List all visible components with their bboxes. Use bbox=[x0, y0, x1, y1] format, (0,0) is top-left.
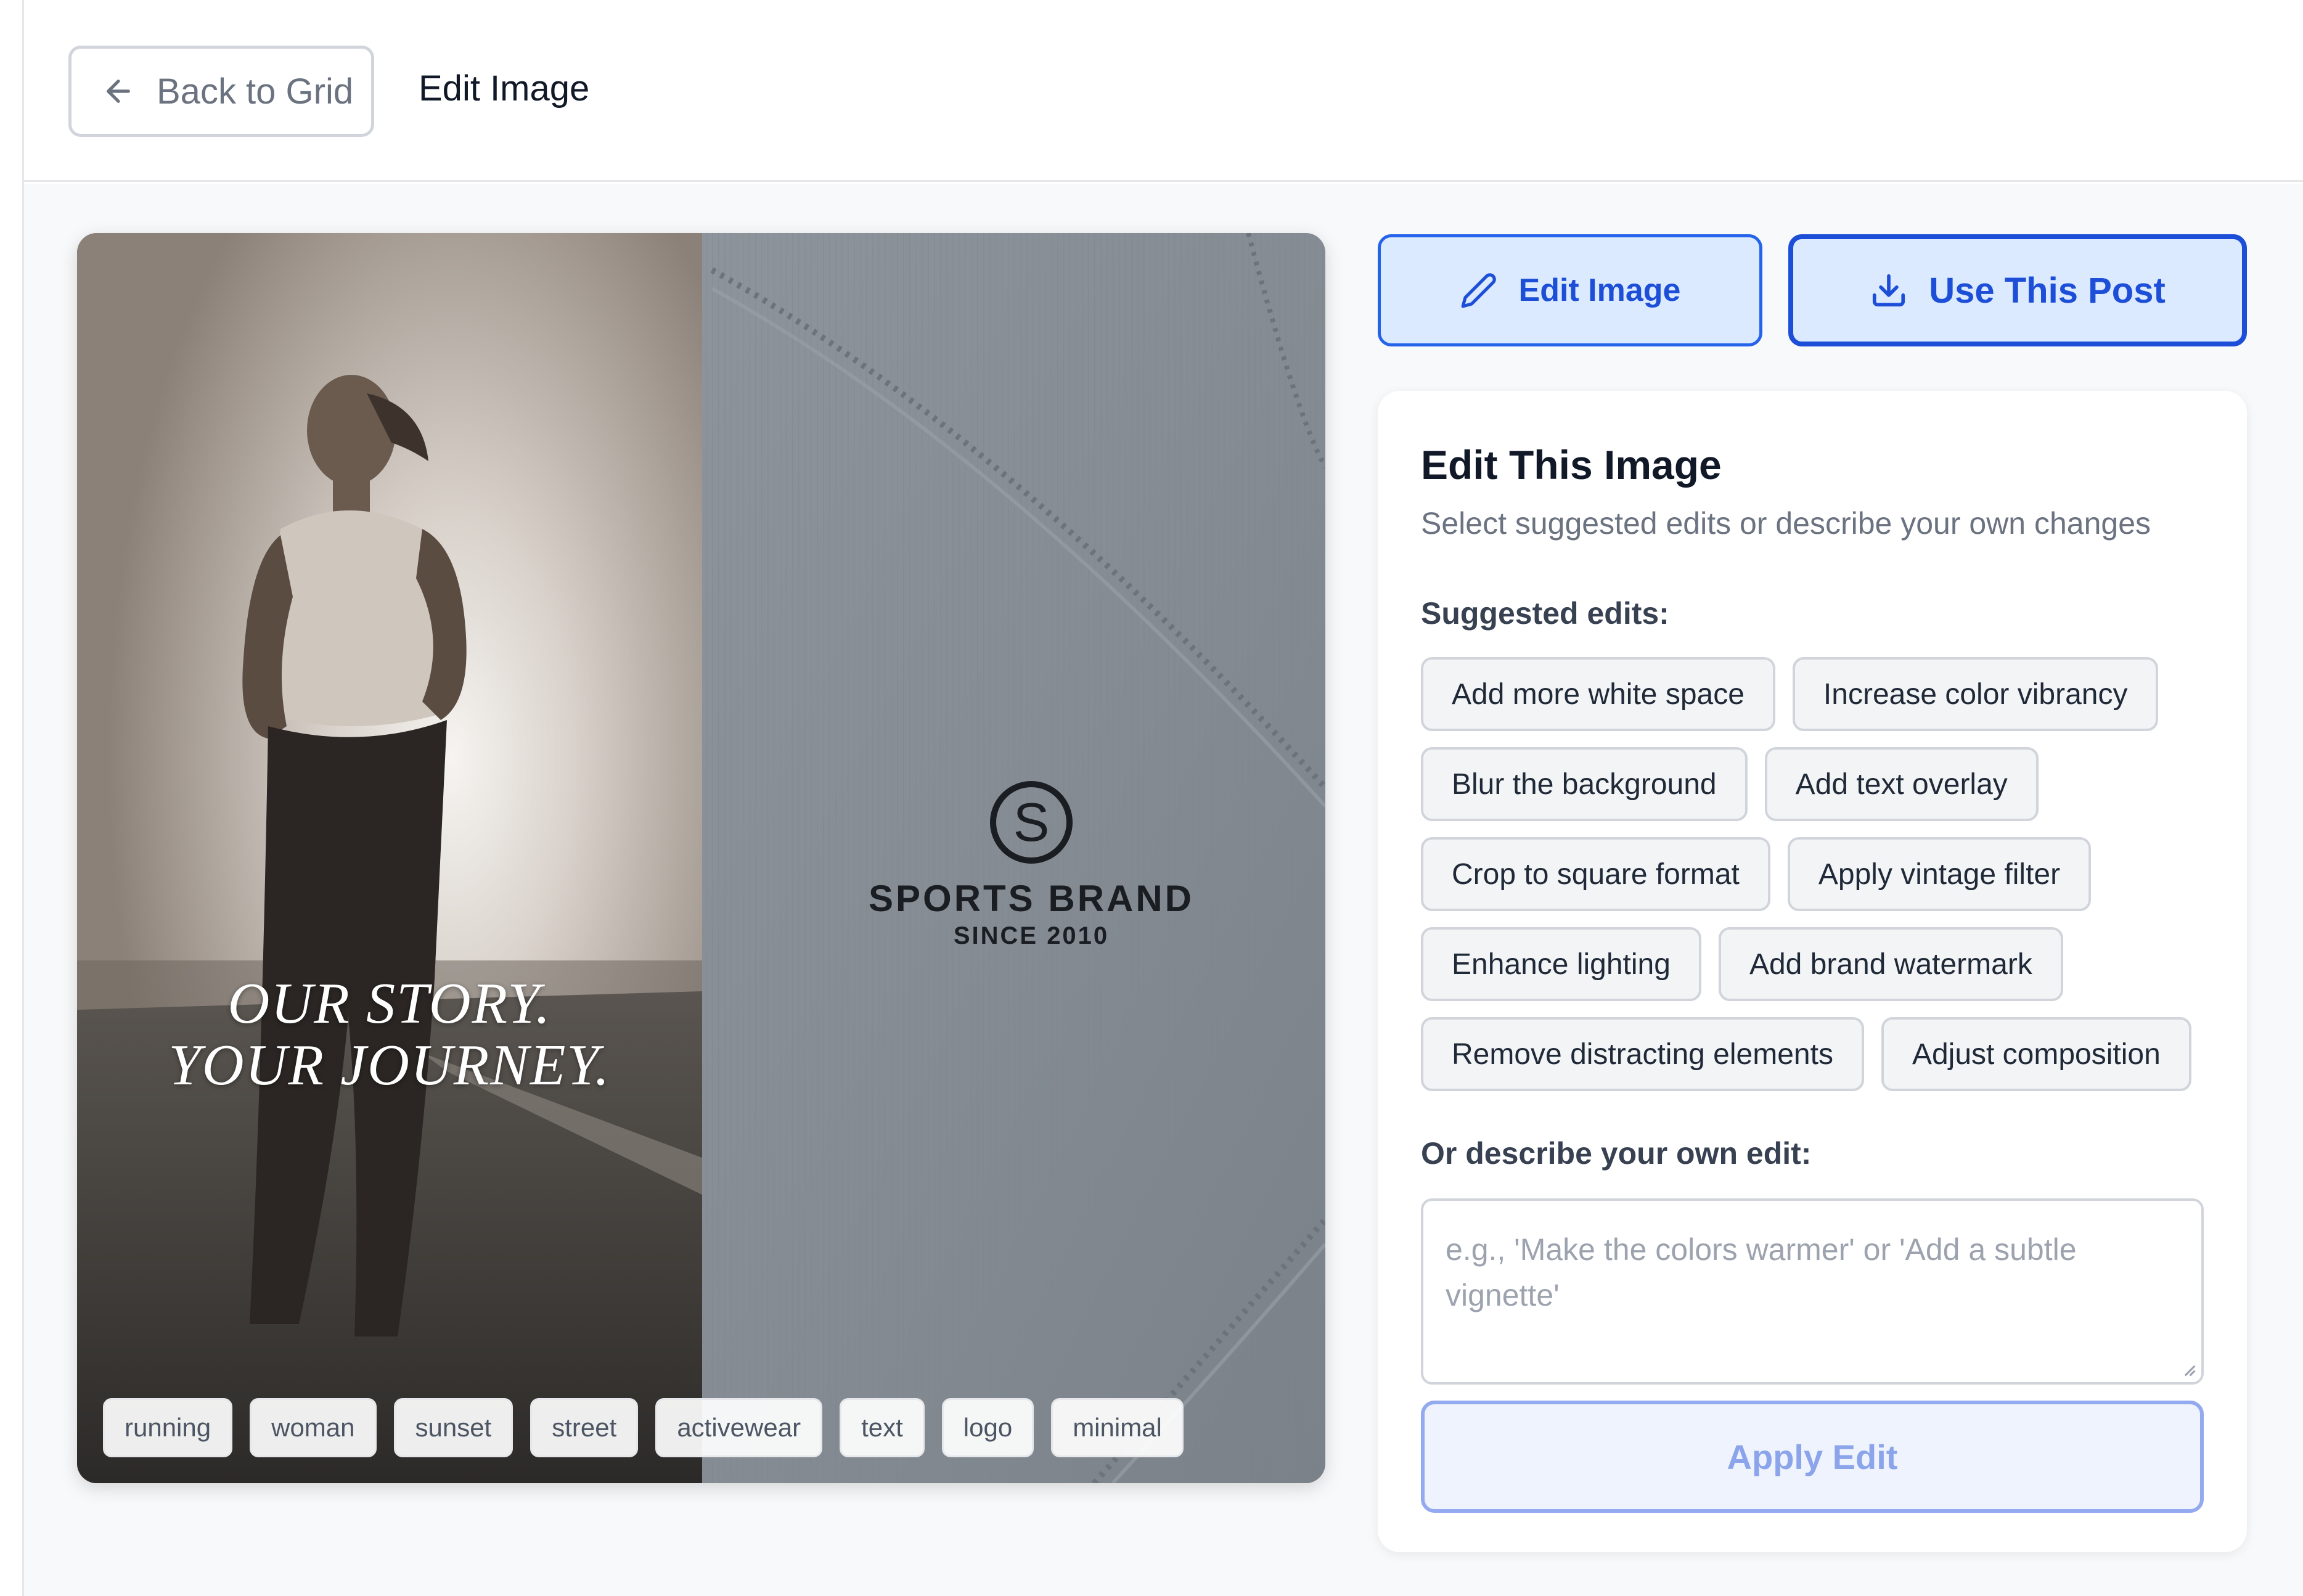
custom-edit-textarea[interactable]: e.g., 'Make the colors warmer' or 'Add a… bbox=[1421, 1198, 2204, 1385]
tag-woman: woman bbox=[250, 1398, 377, 1457]
edit-image-button[interactable]: Edit Image bbox=[1378, 234, 1762, 346]
suggestion-crop-square[interactable]: Crop to square format bbox=[1421, 837, 1770, 911]
brand-since: SINCE 2010 bbox=[953, 922, 1110, 949]
suggestion-adjust-composition[interactable]: Adjust composition bbox=[1881, 1017, 2191, 1091]
back-to-grid-label: Back to Grid bbox=[157, 71, 354, 112]
editor-main: OUR STORY. YOUR JOURNEY. S SPORTS BRAND … bbox=[24, 184, 2303, 1596]
suggestion-brand-watermark[interactable]: Add brand watermark bbox=[1718, 927, 2063, 1001]
brand-monogram-letter: S bbox=[1013, 792, 1050, 853]
suggestion-add-white-space[interactable]: Add more white space bbox=[1421, 657, 1775, 731]
suggested-edits-label: Suggested edits: bbox=[1421, 596, 1669, 631]
brand-name: SPORTS BRAND bbox=[868, 878, 1195, 919]
brand-logo: S SPORTS BRAND SINCE 2010 bbox=[840, 779, 1222, 950]
edit-panel-title: Edit This Image bbox=[1421, 442, 1722, 488]
suggestion-add-text-overlay[interactable]: Add text overlay bbox=[1764, 747, 2039, 821]
tag-street: street bbox=[530, 1398, 639, 1457]
resize-grip-icon[interactable] bbox=[2180, 1361, 2196, 1377]
back-to-grid-button[interactable]: Back to Grid bbox=[68, 46, 374, 137]
use-this-post-label: Use This Post bbox=[1929, 270, 2166, 311]
apply-edit-button[interactable]: Apply Edit bbox=[1421, 1401, 2204, 1513]
use-this-post-button[interactable]: Use This Post bbox=[1788, 234, 2247, 346]
app-window: Back to Grid Edit Image OUR STORY. YOUR … bbox=[22, 0, 2303, 1596]
overlay-line-1: OUR STORY. bbox=[227, 972, 552, 1036]
tag-sunset: sunset bbox=[393, 1398, 513, 1457]
image-preview: OUR STORY. YOUR JOURNEY. S SPORTS BRAND … bbox=[77, 233, 1325, 1483]
arrow-left-icon bbox=[107, 80, 130, 103]
overlay-line-2: YOUR JOURNEY. bbox=[168, 1033, 611, 1097]
tag-activewear: activewear bbox=[655, 1398, 823, 1457]
top-bar: Back to Grid Edit Image bbox=[24, 0, 2303, 182]
custom-edit-label: Or describe your own edit: bbox=[1421, 1136, 1812, 1171]
tag-text: text bbox=[840, 1398, 925, 1457]
brand-monogram-icon: S bbox=[990, 781, 1073, 864]
suggested-edits-list: Add more white space Increase color vibr… bbox=[1421, 657, 2235, 1107]
edit-image-label: Edit Image bbox=[1518, 272, 1681, 308]
pencil-icon bbox=[1461, 273, 1496, 308]
suggestion-vintage-filter[interactable]: Apply vintage filter bbox=[1787, 837, 2092, 911]
suggestion-enhance-lighting[interactable]: Enhance lighting bbox=[1421, 927, 1701, 1001]
edit-panel-subtitle: Select suggested edits or describe your … bbox=[1421, 506, 2151, 541]
suggestion-blur-background[interactable]: Blur the background bbox=[1421, 747, 1748, 821]
suggestion-increase-color-vibrancy[interactable]: Increase color vibrancy bbox=[1792, 657, 2159, 731]
tag-logo: logo bbox=[941, 1398, 1034, 1457]
tag-minimal: minimal bbox=[1051, 1398, 1184, 1457]
tag-running: running bbox=[103, 1398, 233, 1457]
image-tags: running woman sunset street activewear t… bbox=[103, 1398, 1184, 1457]
page-title: Edit Image bbox=[419, 68, 590, 108]
suggestion-remove-distractions[interactable]: Remove distracting elements bbox=[1421, 1017, 1864, 1091]
overlay-headline: OUR STORY. YOUR JOURNEY. bbox=[77, 973, 702, 1096]
edit-panel: Edit This Image Select suggested edits o… bbox=[1378, 391, 2247, 1552]
download-icon bbox=[1873, 274, 1905, 307]
custom-edit-placeholder: e.g., 'Make the colors warmer' or 'Add a… bbox=[1446, 1232, 2077, 1312]
